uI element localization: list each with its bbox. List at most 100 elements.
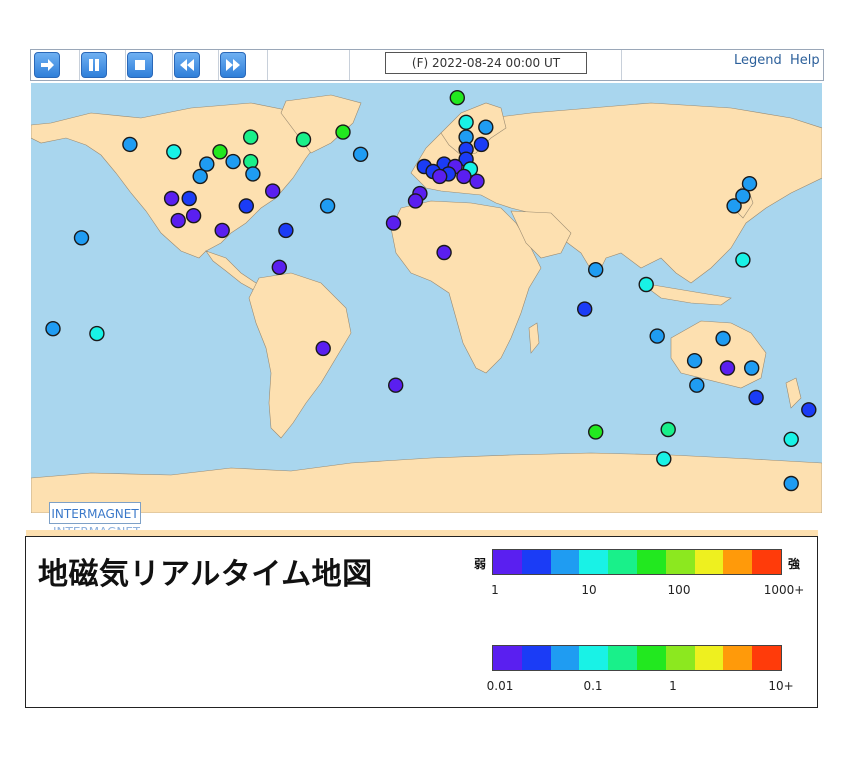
stop-button[interactable] [127, 52, 153, 78]
station-marker[interactable] [719, 360, 736, 376]
station-marker[interactable] [335, 124, 351, 140]
station-marker[interactable] [715, 330, 731, 347]
station-marker[interactable] [783, 475, 799, 492]
pause-button[interactable] [81, 52, 107, 78]
station-marker[interactable] [456, 168, 472, 185]
station-marker[interactable] [264, 183, 281, 199]
station-marker[interactable] [170, 212, 186, 229]
station-marker[interactable] [741, 175, 758, 192]
station-marker[interactable] [166, 144, 182, 160]
legend-link[interactable]: Legend [734, 53, 782, 68]
station-marker[interactable] [89, 325, 105, 342]
playback-toolbar: (F) 2022-08-24 00:00 UT Legend Help [30, 49, 824, 81]
station-marker[interactable] [748, 389, 764, 406]
station-marker[interactable] [225, 153, 241, 170]
station-marker[interactable] [649, 328, 665, 344]
station-marker[interactable] [407, 193, 424, 209]
page-title: 地磁気リアルタイム地図 [38, 557, 373, 592]
scale-swatch [608, 646, 637, 670]
scale-swatch [694, 646, 724, 670]
scale-swatch [752, 550, 781, 574]
toolbar-divider [621, 50, 622, 80]
help-link[interactable]: Help [790, 53, 820, 68]
weak-label: 弱 [474, 557, 487, 571]
station-marker[interactable] [352, 146, 369, 163]
station-marker[interactable] [295, 131, 312, 148]
station-marker[interactable] [271, 259, 288, 276]
station-marker[interactable] [473, 136, 490, 153]
station-marker[interactable] [686, 353, 703, 369]
stop-icon [135, 60, 145, 70]
station-marker[interactable] [478, 119, 494, 135]
rewind-button[interactable] [174, 52, 200, 78]
station-marker[interactable] [469, 173, 485, 190]
station-marker[interactable] [319, 198, 336, 214]
station-marker[interactable] [238, 198, 255, 214]
station-marker[interactable] [744, 360, 760, 376]
toolbar-divider [267, 50, 268, 80]
station-marker[interactable] [315, 340, 331, 357]
station-marker[interactable] [436, 244, 452, 261]
station-marker[interactable] [242, 129, 259, 145]
station-marker[interactable] [214, 222, 230, 239]
pause-icon [89, 59, 99, 71]
play-button[interactable] [34, 52, 60, 78]
scale-swatch [550, 550, 580, 574]
fast-forward-button[interactable] [220, 52, 246, 78]
scale-swatch [665, 550, 695, 574]
toolbar-divider [218, 50, 219, 80]
scale-swatch [521, 646, 551, 670]
scale-swatch [493, 550, 522, 574]
station-marker[interactable] [192, 168, 208, 185]
station-marker[interactable] [588, 261, 604, 278]
station-marker[interactable] [212, 144, 228, 160]
station-marker[interactable] [588, 424, 604, 440]
scale2-tick: 1 [669, 679, 677, 693]
station-marker[interactable] [432, 168, 448, 185]
madagascar-land [528, 322, 540, 354]
scale-swatch [521, 550, 551, 574]
station-marker[interactable] [181, 190, 197, 207]
station-marker[interactable] [385, 215, 402, 231]
scale-swatch [636, 550, 666, 574]
antarctica-land [31, 452, 822, 513]
station-marker[interactable] [242, 153, 259, 170]
station-marker[interactable] [278, 222, 294, 239]
land-masses [31, 94, 822, 513]
station-marker[interactable] [245, 166, 261, 182]
station-marker[interactable] [638, 276, 654, 293]
color-scale-secondary [492, 645, 782, 671]
south-america-land [248, 272, 352, 439]
scale-swatch [752, 646, 781, 670]
toolbar-divider [125, 50, 126, 80]
station-marker[interactable] [449, 89, 465, 106]
station-marker[interactable] [388, 377, 404, 393]
station-marker[interactable] [656, 451, 672, 467]
color-scale-primary [492, 549, 782, 575]
station-marker[interactable] [122, 136, 138, 153]
scale2-tick: 0.01 [486, 679, 514, 693]
intermagnet-link[interactable]: INTERMAGNET [49, 502, 141, 524]
scale-swatch [723, 550, 753, 574]
station-marker[interactable] [185, 207, 202, 224]
station-marker[interactable] [45, 320, 61, 337]
scale-swatch [608, 550, 637, 574]
scale1-tick: 1000+ [763, 583, 805, 597]
station-marker[interactable] [73, 230, 90, 246]
station-marker[interactable] [689, 377, 705, 393]
scale-swatch [579, 646, 609, 670]
toolbar-divider [172, 50, 173, 80]
station-marker[interactable] [163, 190, 180, 207]
scale-swatch [694, 550, 724, 574]
station-marker[interactable] [458, 114, 474, 130]
scale-swatch [579, 550, 609, 574]
station-marker[interactable] [577, 301, 593, 317]
legend-panel: 地磁気リアルタイム地図 弱 強 1 10 100 1000+ 0.01 0.1 … [25, 536, 818, 708]
scale-swatch [665, 646, 695, 670]
station-marker[interactable] [801, 402, 817, 418]
toolbar-divider [79, 50, 80, 80]
station-marker[interactable] [660, 421, 676, 438]
station-marker[interactable] [735, 252, 751, 268]
scale1-tick: 100 [667, 583, 691, 597]
station-marker[interactable] [783, 431, 799, 447]
